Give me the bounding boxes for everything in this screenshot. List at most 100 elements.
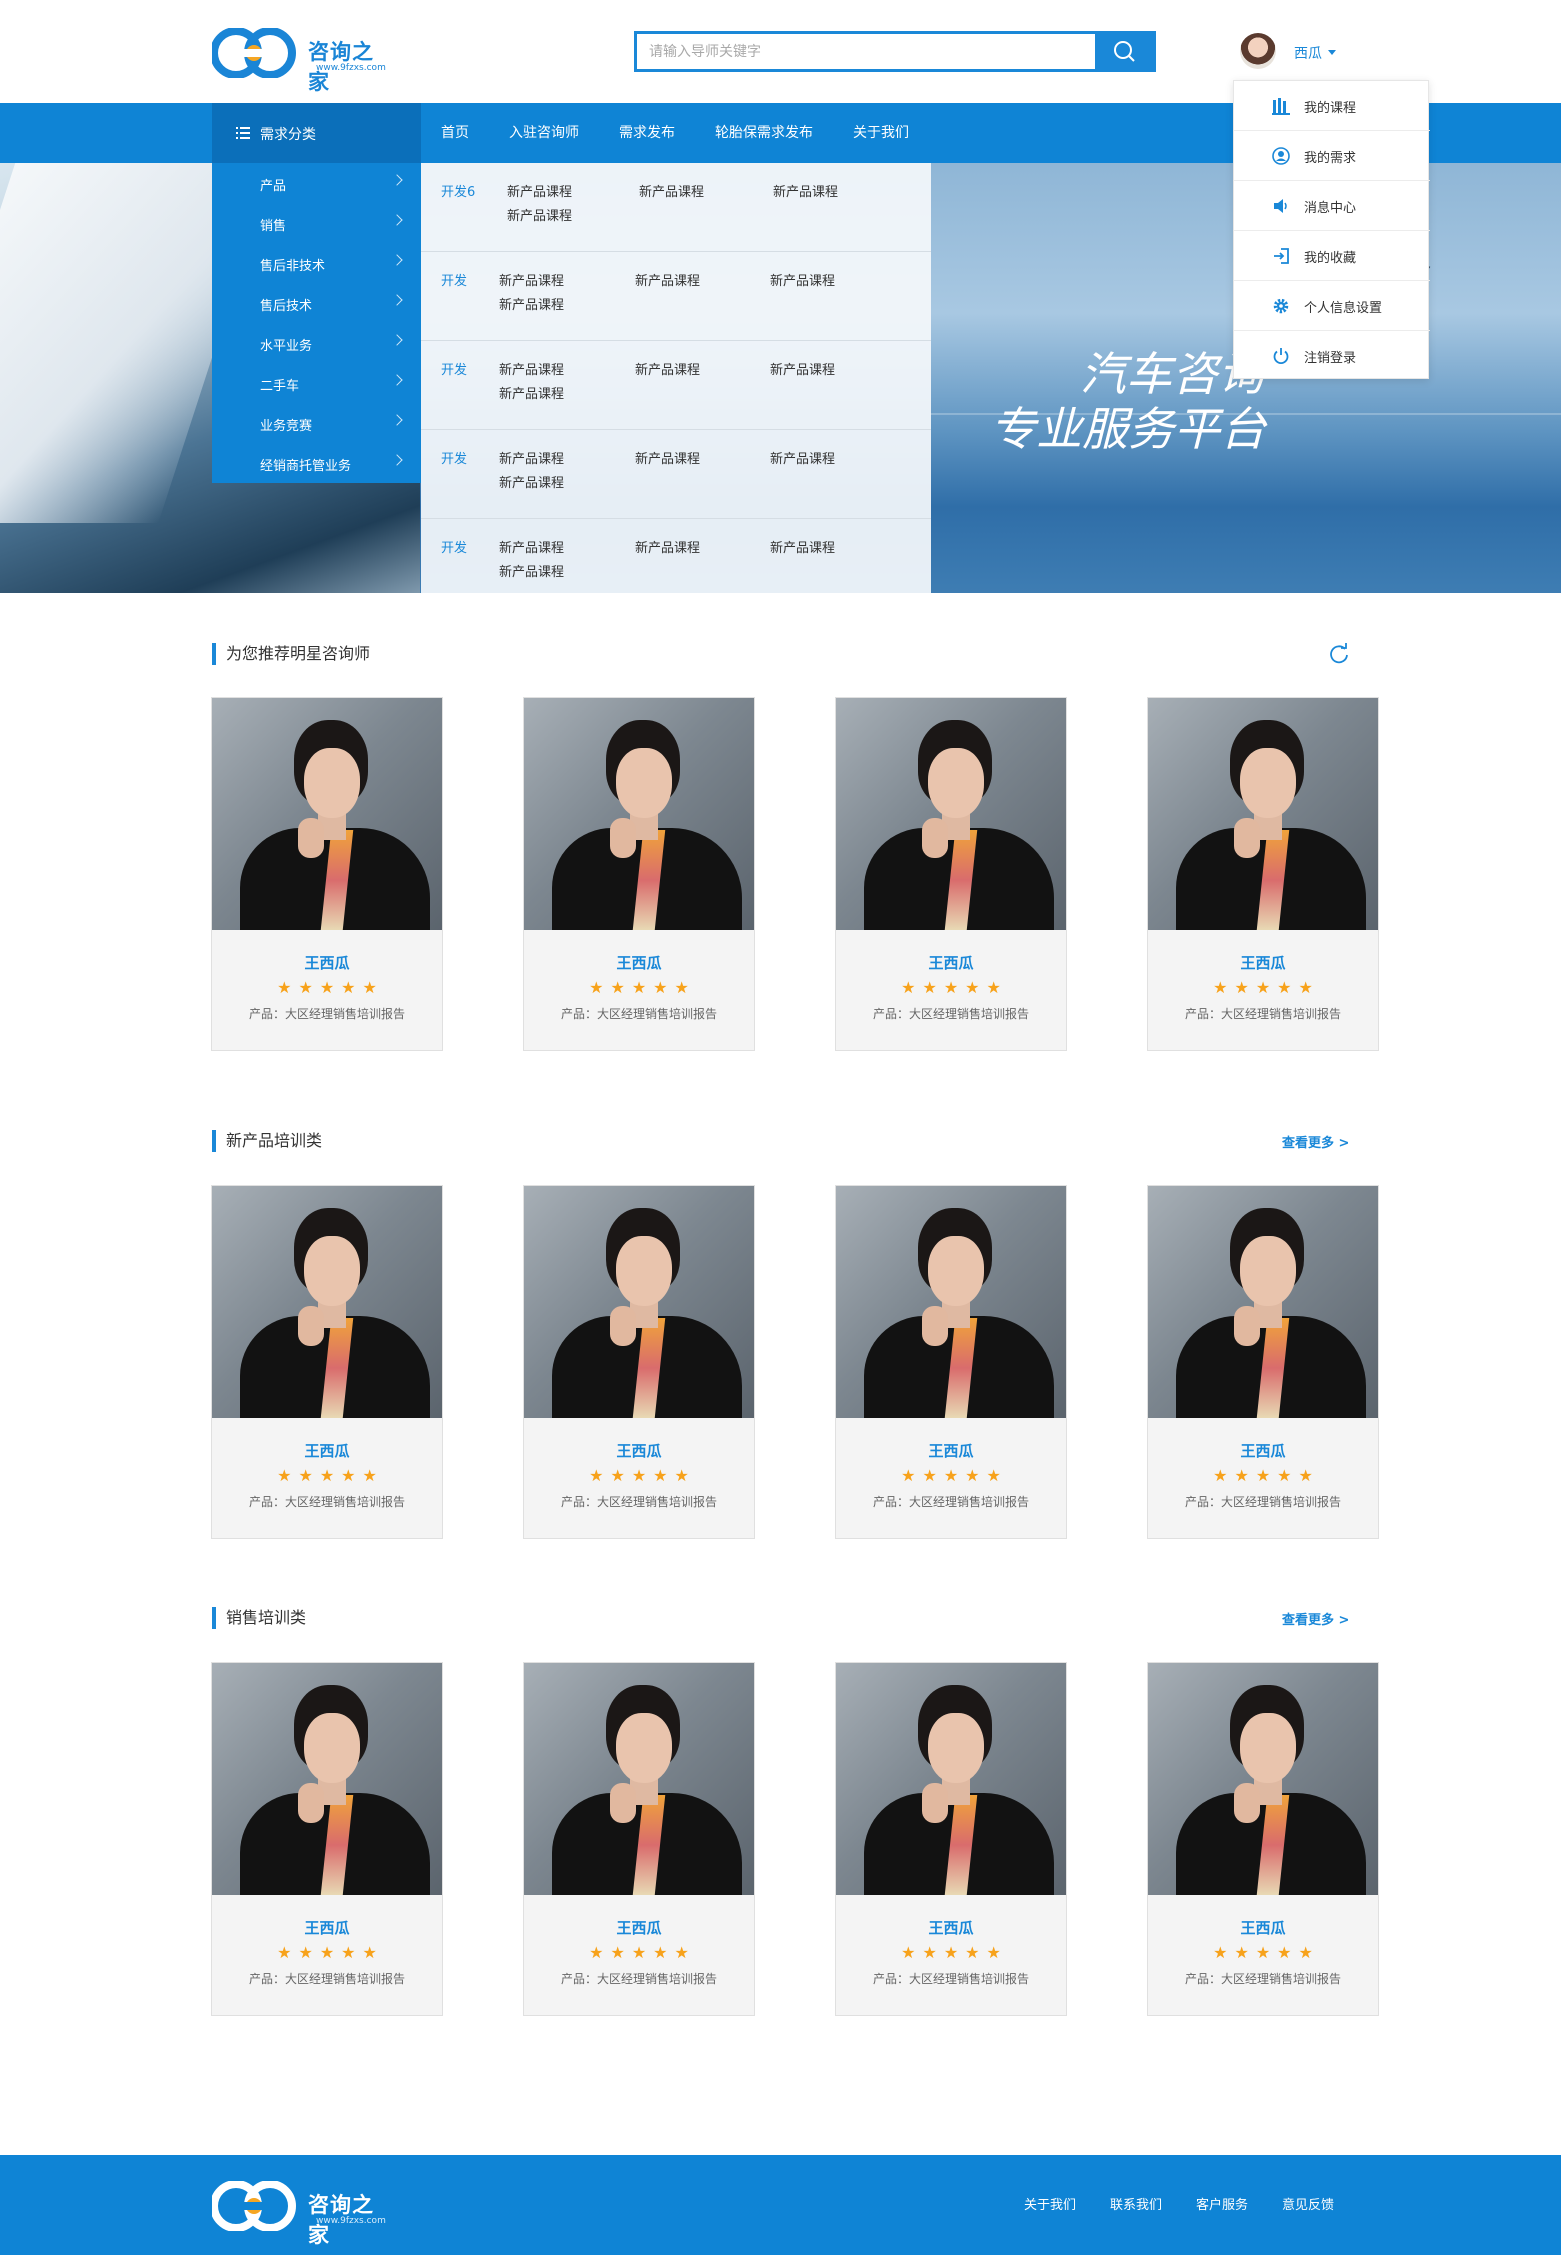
subpanel-heading[interactable]: 开发 [441, 270, 467, 289]
category-item-aftersales-nontech[interactable]: 售后非技术 [212, 243, 421, 283]
subpanel-link[interactable]: 新产品课程 [499, 561, 564, 580]
consultant-name[interactable]: 王西瓜 [524, 1917, 754, 1938]
subpanel-link[interactable]: 新产品课程 [770, 537, 835, 556]
category-item-product[interactable]: 产品 [212, 163, 421, 203]
consultant-photo[interactable] [212, 1186, 442, 1418]
nav-join-consultant[interactable]: 入驻咨询师 [489, 103, 599, 163]
consultant-name[interactable]: 王西瓜 [836, 1440, 1066, 1461]
consultant-photo[interactable] [1148, 698, 1378, 930]
subpanel-heading[interactable]: 开发 [441, 537, 467, 556]
consultant-name[interactable]: 王西瓜 [212, 1917, 442, 1938]
footer-link-about[interactable]: 关于我们 [1024, 2194, 1076, 2213]
consultant-photo[interactable] [524, 1663, 754, 1895]
consultant-card[interactable]: 王西瓜 ★★★★★ 产品：大区经理销售培训报告 [523, 1185, 755, 1539]
menu-item-my-demands[interactable]: 我的需求 [1234, 131, 1430, 181]
subpanel-heading[interactable]: 开发 [441, 359, 467, 378]
consultant-card[interactable]: 王西瓜 ★★★★★ 产品：大区经理销售培训报告 [835, 1662, 1067, 2016]
user-name[interactable]: 西瓜 [1294, 43, 1322, 63]
consultant-photo[interactable] [212, 698, 442, 930]
consultant-photo[interactable] [836, 1663, 1066, 1895]
consultant-card[interactable]: 王西瓜 ★★★★★ 产品：大区经理销售培训报告 [211, 697, 443, 1051]
menu-item-logout[interactable]: 注销登录 [1234, 331, 1430, 381]
category-menu-label: 需求分类 [260, 127, 316, 143]
refresh-icon[interactable] [1328, 643, 1350, 665]
consultant-name[interactable]: 王西瓜 [524, 952, 754, 973]
subpanel-link[interactable]: 新产品课程 [499, 294, 564, 313]
avatar[interactable] [1240, 33, 1276, 69]
category-item-dealer-hosting[interactable]: 经销商托管业务 [212, 443, 421, 483]
subpanel-link[interactable]: 新产品课程 [499, 270, 564, 289]
consultant-name[interactable]: 王西瓜 [836, 1917, 1066, 1938]
consultant-description: 产品：大区经理销售培训报告 [560, 1007, 717, 1021]
consultant-name[interactable]: 王西瓜 [212, 1440, 442, 1461]
footer-link-feedback[interactable]: 意见反馈 [1282, 2194, 1334, 2213]
subpanel-link[interactable]: 新产品课程 [507, 181, 572, 200]
subpanel-link[interactable]: 新产品课程 [773, 181, 838, 200]
consultant-name[interactable]: 王西瓜 [212, 952, 442, 973]
subpanel-heading[interactable]: 开发 [441, 448, 467, 467]
menu-item-my-courses[interactable]: 我的课程 [1234, 81, 1430, 131]
consultant-name[interactable]: 王西瓜 [836, 952, 1066, 973]
consultant-card[interactable]: 王西瓜 ★★★★★ 产品：大区经理销售培训报告 [211, 1185, 443, 1539]
consultant-name[interactable]: 王西瓜 [1148, 1917, 1378, 1938]
category-item-horizontal[interactable]: 水平业务 [212, 323, 421, 363]
footer-link-contact[interactable]: 联系我们 [1110, 2194, 1162, 2213]
subpanel-link[interactable]: 新产品课程 [770, 359, 835, 378]
subpanel-row: 开发 新产品课程 新产品课程 新产品课程 新产品课程 [421, 341, 931, 430]
consultant-card[interactable]: 王西瓜 ★★★★★ 产品：大区经理销售培训报告 [1147, 1185, 1379, 1539]
category-menu-header[interactable]: 需求分类 [212, 103, 421, 163]
consultant-name[interactable]: 王西瓜 [1148, 952, 1378, 973]
nav-about[interactable]: 关于我们 [833, 103, 929, 163]
subpanel-link[interactable]: 新产品课程 [770, 448, 835, 467]
menu-item-profile-settings[interactable]: 个人信息设置 [1234, 281, 1430, 331]
footer-link-service[interactable]: 客户服务 [1196, 2194, 1248, 2213]
nav-publish-demand[interactable]: 需求发布 [599, 103, 695, 163]
search-button[interactable] [1095, 34, 1153, 69]
subpanel-link[interactable]: 新产品课程 [499, 448, 564, 467]
subpanel-link[interactable]: 新产品课程 [770, 270, 835, 289]
subpanel-link[interactable]: 新产品课程 [635, 448, 700, 467]
category-item-used-car[interactable]: 二手车 [212, 363, 421, 403]
consultant-card[interactable]: 王西瓜 ★★★★★ 产品：大区经理销售培训报告 [211, 1662, 443, 2016]
logo[interactable]: 咨询之家 www.9fzxs.com [212, 26, 392, 94]
search-input[interactable] [637, 34, 1097, 69]
subpanel-link[interactable]: 新产品课程 [635, 537, 700, 556]
subpanel-link[interactable]: 新产品课程 [639, 181, 704, 200]
consultant-name[interactable]: 王西瓜 [524, 1440, 754, 1461]
consultant-card[interactable]: 王西瓜 ★★★★★ 产品：大区经理销售培训报告 [1147, 1662, 1379, 2016]
consultant-card[interactable]: 王西瓜 ★★★★★ 产品：大区经理销售培训报告 [835, 1185, 1067, 1539]
consultant-photo[interactable] [1148, 1663, 1378, 1895]
consultant-photo[interactable] [212, 1663, 442, 1895]
category-item-aftersales-tech[interactable]: 售后技术 [212, 283, 421, 323]
consultant-card[interactable]: 王西瓜 ★★★★★ 产品：大区经理销售培训报告 [523, 697, 755, 1051]
consultant-photo[interactable] [1148, 1186, 1378, 1418]
subpanel-heading[interactable]: 开发6 [441, 181, 475, 200]
consultant-card[interactable]: 王西瓜 ★★★★★ 产品：大区经理销售培训报告 [835, 697, 1067, 1051]
view-more-sales[interactable]: 查看更多 > [1282, 1609, 1349, 1628]
rating-stars: ★★★★★ [1213, 1943, 1320, 1962]
footer-logo[interactable]: 咨询之家 www.9fzxs.com [212, 2179, 392, 2247]
menu-item-message-center[interactable]: 消息中心 [1234, 181, 1430, 231]
consultant-card[interactable]: 王西瓜 ★★★★★ 产品：大区经理销售培训报告 [1147, 697, 1379, 1051]
subpanel-link[interactable]: 新产品课程 [499, 383, 564, 402]
subpanel-link[interactable]: 新产品课程 [507, 205, 572, 224]
logo-mark-icon [212, 2181, 296, 2231]
category-item-competition[interactable]: 业务竞赛 [212, 403, 421, 443]
nav-links: 首页 入驻咨询师 需求发布 轮胎保需求发布 关于我们 [421, 103, 929, 163]
subpanel-link[interactable]: 新产品课程 [635, 359, 700, 378]
nav-tire-demand[interactable]: 轮胎保需求发布 [695, 103, 833, 163]
nav-home[interactable]: 首页 [421, 103, 489, 163]
view-more-new-product[interactable]: 查看更多 > [1282, 1132, 1349, 1151]
subpanel-link[interactable]: 新产品课程 [499, 472, 564, 491]
consultant-photo[interactable] [524, 698, 754, 930]
category-item-sales[interactable]: 销售 [212, 203, 421, 243]
consultant-photo[interactable] [836, 698, 1066, 930]
subpanel-link[interactable]: 新产品课程 [635, 270, 700, 289]
consultant-name[interactable]: 王西瓜 [1148, 1440, 1378, 1461]
consultant-photo[interactable] [524, 1186, 754, 1418]
consultant-card[interactable]: 王西瓜 ★★★★★ 产品：大区经理销售培训报告 [523, 1662, 755, 2016]
subpanel-link[interactable]: 新产品课程 [499, 537, 564, 556]
consultant-photo[interactable] [836, 1186, 1066, 1418]
menu-item-my-favorites[interactable]: 我的收藏 [1234, 231, 1430, 281]
subpanel-link[interactable]: 新产品课程 [499, 359, 564, 378]
